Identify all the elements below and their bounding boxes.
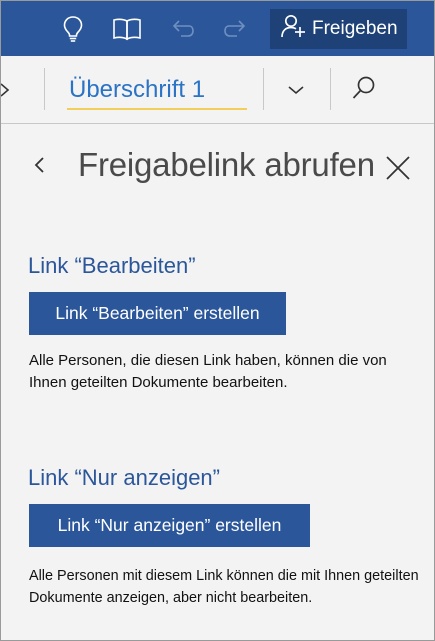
chevron-left-icon[interactable] xyxy=(1,78,23,102)
ribbon-divider xyxy=(330,68,331,110)
ribbon: Überschrift 1 xyxy=(1,56,434,124)
ribbon-divider xyxy=(263,68,264,110)
style-value: Überschrift 1 xyxy=(69,76,206,103)
redo-icon[interactable] xyxy=(221,13,251,45)
app-window: Freigeben Überschrift 1 Freigabelink abr… xyxy=(0,0,435,641)
style-underline xyxy=(67,108,247,110)
back-arrow-icon[interactable] xyxy=(29,152,51,178)
chevron-down-icon[interactable] xyxy=(284,78,308,102)
pane-title: Freigabelink abrufen xyxy=(78,146,375,183)
view-link-description: Alle Personen mit diesem Link können die… xyxy=(29,568,419,606)
lightbulb-icon[interactable] xyxy=(58,13,88,45)
search-icon[interactable] xyxy=(350,74,378,102)
create-edit-link-button[interactable]: Link “Bearbeiten” erstellen xyxy=(29,292,286,335)
create-view-link-button[interactable]: Link “Nur anzeigen” erstellen xyxy=(29,504,310,547)
add-person-icon xyxy=(280,13,312,45)
edit-link-description: Alle Personen, die diesen Link haben, kö… xyxy=(29,352,387,391)
top-toolbar: Freigeben xyxy=(1,1,434,56)
ribbon-divider xyxy=(44,68,45,110)
close-icon[interactable] xyxy=(385,155,411,181)
pane-header: Freigabelink abrufen xyxy=(1,124,434,204)
share-button[interactable]: Freigeben xyxy=(270,9,407,49)
share-button-label: Freigeben xyxy=(312,18,398,39)
edit-link-heading: Link “Bearbeiten” xyxy=(28,253,196,278)
book-icon[interactable] xyxy=(112,13,142,45)
undo-icon[interactable] xyxy=(167,13,197,45)
view-link-heading: Link “Nur anzeigen” xyxy=(28,465,220,490)
style-selector[interactable]: Überschrift 1 xyxy=(61,70,251,110)
